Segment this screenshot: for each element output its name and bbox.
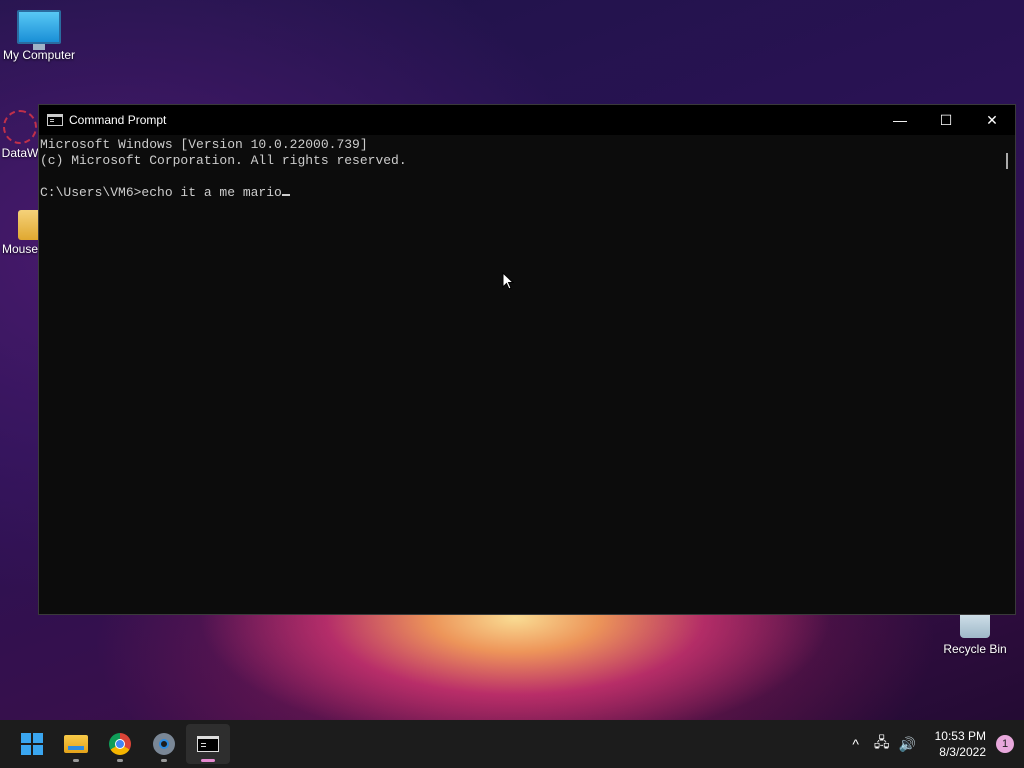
folder-icon [64,735,88,753]
chrome-icon [109,733,131,755]
window-title: Command Prompt [69,113,167,127]
terminal-line: (c) Microsoft Corporation. All rights re… [40,153,407,168]
network-icon[interactable]: 🖧 [869,732,895,756]
running-indicator [117,759,123,762]
taskbar-file-explorer[interactable] [54,724,98,764]
terminal-icon [47,114,63,126]
gear-icon [153,733,175,755]
terminal-output[interactable]: Microsoft Windows [Version 10.0.22000.73… [39,135,999,614]
terminal-command: C:\Users\VM6>echo it a me mario [40,185,282,200]
desktop-icon-dataw[interactable]: DataW [0,110,40,160]
minimize-button[interactable]: — [877,105,923,135]
desktop-icon-label: Recycle Bin [943,642,1007,656]
desktop-icon-label: Mouse [1,242,39,256]
active-indicator [201,759,215,762]
title-bar[interactable]: Command Prompt — ☐ ✕ [39,105,1015,135]
system-tray: ^ 🖧 🔊 10:53 PM 8/3/2022 1 [843,720,1024,768]
chevron-up-icon[interactable]: ^ [843,736,869,752]
running-indicator [73,759,79,762]
maximize-button[interactable]: ☐ [923,105,969,135]
clock[interactable]: 10:53 PM 8/3/2022 [935,728,986,760]
desktop-icon-my-computer[interactable]: My Computer [0,10,78,62]
desktop-icon-label: My Computer [2,48,76,62]
app-logo-icon [3,110,37,144]
terminal-icon [197,736,219,752]
desktop-icon-mouse[interactable]: Mouse [0,210,48,256]
windows-logo-icon [21,733,43,755]
clock-date: 8/3/2022 [939,745,986,759]
terminal-line: Microsoft Windows [Version 10.0.22000.73… [40,137,368,152]
scrollbar[interactable] [999,135,1015,614]
taskbar-settings[interactable] [142,724,186,764]
command-prompt-window[interactable]: Command Prompt — ☐ ✕ Microsoft Windows [… [38,104,1016,615]
notification-badge[interactable]: 1 [996,735,1014,753]
taskbar-command-prompt[interactable] [186,724,230,764]
running-indicator [161,759,167,762]
monitor-icon [17,10,61,50]
scroll-thumb[interactable] [1006,153,1008,169]
desktop-icon-recycle-bin[interactable]: Recycle Bin [940,610,1010,656]
desktop-icon-label: DataW [1,146,39,160]
text-cursor [281,194,290,196]
clock-time: 10:53 PM [934,729,986,743]
taskbar: ^ 🖧 🔊 10:53 PM 8/3/2022 1 [0,720,1024,768]
close-button[interactable]: ✕ [969,105,1015,135]
volume-icon[interactable]: 🔊 [895,736,921,753]
start-button[interactable] [10,724,54,764]
terminal-prompt-line: C:\Users\VM6>echo it a me mario [40,185,999,201]
taskbar-chrome[interactable] [98,724,142,764]
